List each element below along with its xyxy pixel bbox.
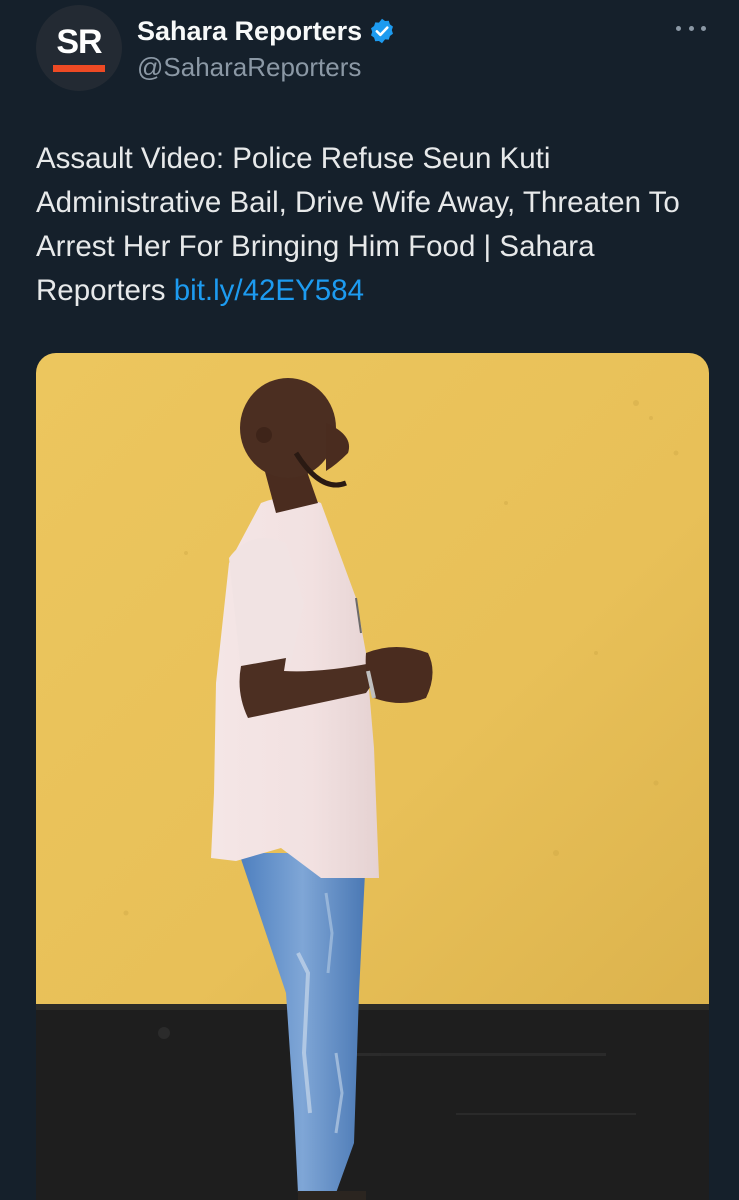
- avatar-logo-bar: [53, 65, 105, 72]
- avatar-logo-text: SR: [56, 23, 102, 61]
- photo-man-against-yellow-wall: [36, 353, 709, 1200]
- tweet[interactable]: SR Sahara Reporters @SaharaReporters Ass…: [0, 0, 739, 1200]
- verified-badge-icon: [371, 18, 394, 44]
- display-name[interactable]: Sahara Reporters: [137, 16, 362, 47]
- more-horizontal-icon[interactable]: [676, 18, 706, 38]
- more-dot: [688, 25, 694, 31]
- more-dot: [676, 25, 681, 31]
- user-handle[interactable]: @SaharaReporters: [137, 52, 396, 83]
- tweet-photo[interactable]: [36, 353, 709, 1200]
- avatar[interactable]: SR: [36, 5, 122, 91]
- tweet-text: Assault Video: Police Refuse Seun Kuti A…: [36, 137, 716, 313]
- user-info: Sahara Reporters @SaharaReporters: [137, 14, 396, 83]
- tweet-link[interactable]: bit.ly/42EY584: [174, 274, 364, 307]
- name-row: Sahara Reporters: [137, 14, 396, 48]
- more-dot: [701, 25, 706, 31]
